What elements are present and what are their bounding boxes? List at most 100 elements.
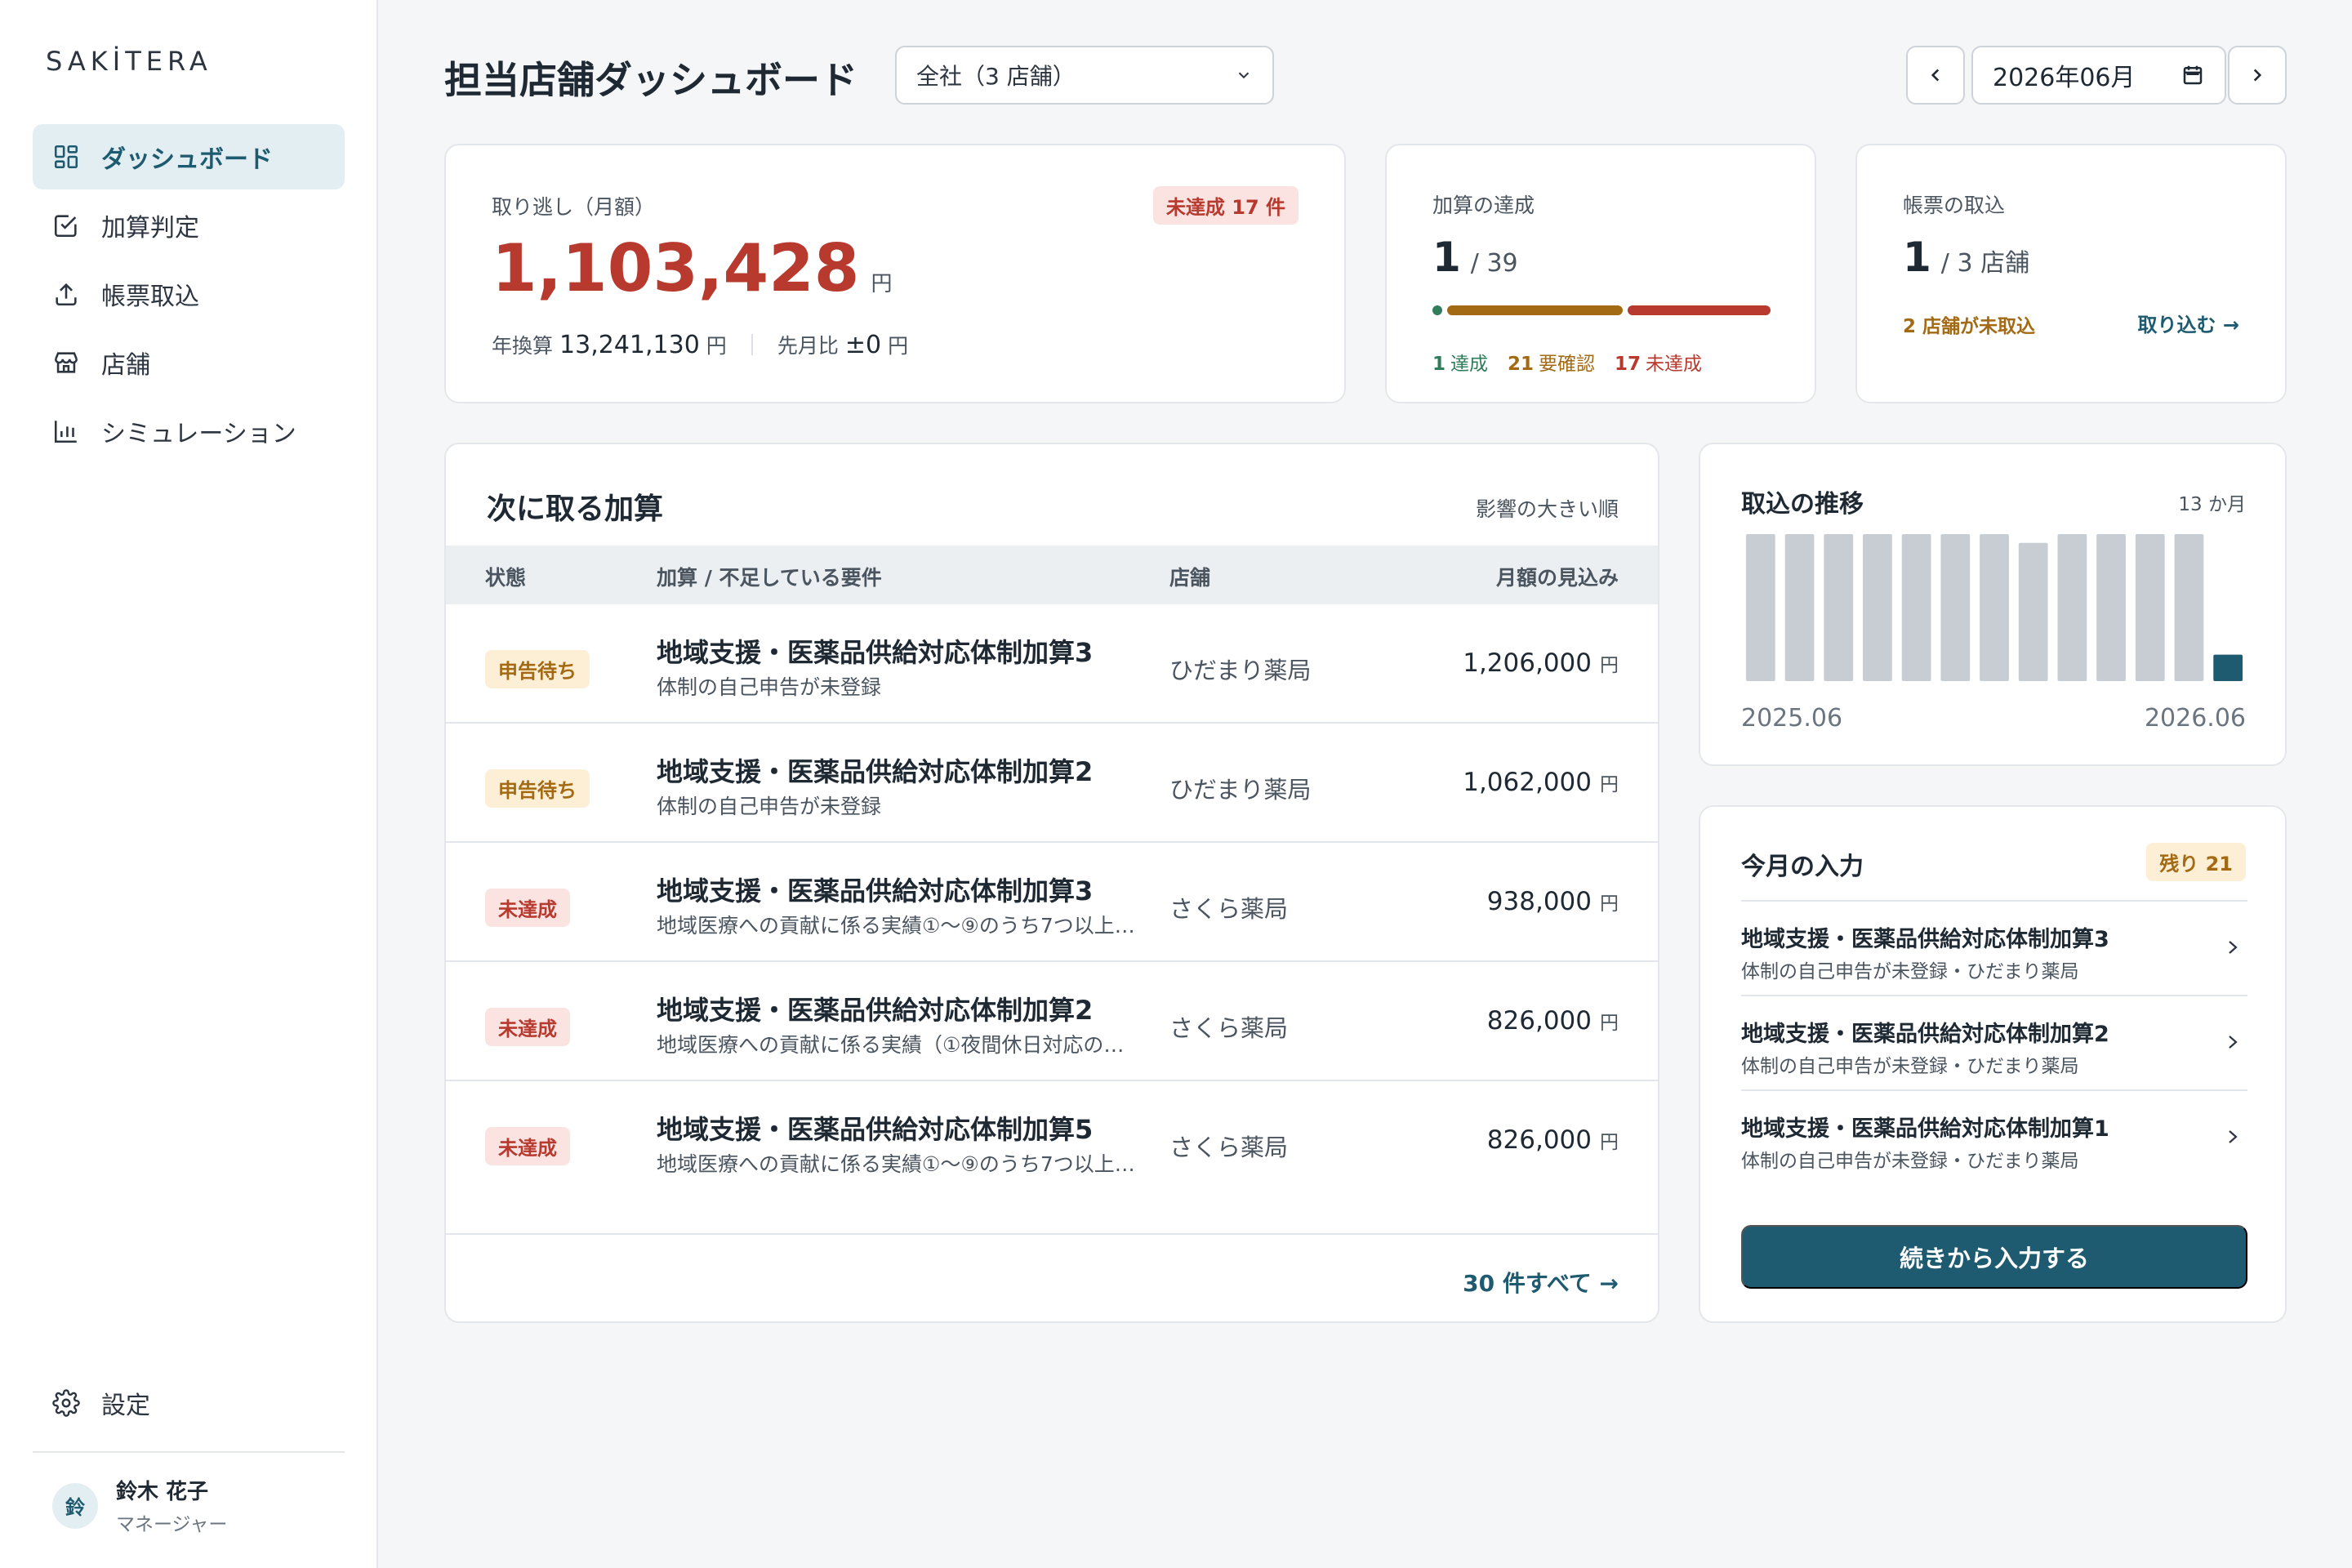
chart-bar [2174, 534, 2204, 681]
import-total: / 3 店舗 [1940, 249, 2030, 278]
sidebar-divider [33, 1451, 345, 1453]
chart-bar [2096, 534, 2126, 681]
column-header-store[interactable]: 店舗 [1169, 562, 1210, 591]
amount-unit: 円 [1600, 1013, 1619, 1034]
list-item[interactable]: 地域支援・医薬品供給対応体制加算1 体制の自己申告が未登録・ひだまり薬局 [1741, 1089, 2247, 1184]
next-month-button[interactable] [2228, 46, 2287, 105]
next-additions-card: 次に取る加算 影響の大きい順 状態 加算 / 不足している要件 店舗 月額の見込… [444, 443, 1659, 1323]
status-badge: 未達成 [485, 1008, 570, 1046]
app-logo[interactable]: SAKİTERA [46, 46, 212, 77]
progress-segment [1628, 305, 1771, 315]
table-row[interactable]: 未達成 地域支援・医薬品供給対応体制加算2 地域医療への貢献に係る実績（①夜間休… [446, 962, 1658, 1081]
user-role: マネージャー [116, 1514, 228, 1535]
chart-bar [1863, 534, 1892, 681]
legend-review: 21 要確認 [1508, 348, 1595, 376]
continue-input-button[interactable]: 続きから入力する [1741, 1225, 2247, 1289]
achievement-progress-bar [1432, 305, 1771, 315]
store-name: さくら薬局 [1169, 1014, 1289, 1042]
column-header-amount[interactable]: 月額の見込み [1496, 562, 1619, 591]
sidebar-nav: ダッシュボード 加算判定 帳票取込 店舗 シミュレーション [33, 124, 345, 467]
legend-label: 未達成 [1646, 354, 1703, 375]
missing-requirement: 地域医療への貢献に係る実績（①夜間休日対応の実績） [657, 1033, 1138, 1057]
unachieved-count-badge[interactable]: 未達成 17 件 [1152, 186, 1298, 225]
table-header: 状態 加算 / 不足している要件 店舗 月額の見込み [446, 546, 1658, 604]
amount-value: 826,000 [1486, 1006, 1592, 1036]
sidebar-item-settings[interactable]: 設定 [33, 1370, 345, 1436]
next-month-nav [2228, 46, 2287, 105]
missed-amount-unit: 円 [871, 272, 893, 296]
chevron-down-icon [1238, 72, 1250, 79]
missing-requirement: 地域医療への貢献に係る実績①〜⑨のうち7つ以上を満たす [657, 914, 1138, 938]
missed-label: 取り逃し（月額） [492, 195, 656, 219]
monthly-estimate: 826,000 円 [1487, 1125, 1619, 1155]
view-all-link[interactable]: 30 件すべて → [1463, 1266, 1619, 1298]
chart-range: 13 か月 [2178, 494, 2246, 515]
missed-amount-value: 1,103,428 [492, 230, 860, 306]
list-item[interactable]: 地域支援・医薬品供給対応体制加算2 体制の自己申告が未登録・ひだまり薬局 [1741, 995, 2247, 1089]
achievement-card: 加算の達成 1 / 39 1 達成 21 要確認 17 未達成 [1385, 144, 1816, 403]
amount-value: 938,000 [1486, 887, 1592, 916]
table-row[interactable]: 申告待ち 地域支援・医薬品供給対応体制加算3 体制の自己申告が未登録 ひだまり薬… [446, 604, 1658, 724]
month-picker-value: 2026年06月 [1993, 64, 2136, 92]
sort-selector[interactable]: 影響の大きい順 [1476, 493, 1619, 523]
achievement-label: 加算の達成 [1432, 194, 1535, 217]
chart-bar [1901, 534, 1931, 681]
checkbox-icon [52, 212, 80, 239]
achieved-count: 1 [1432, 234, 1461, 281]
mom-label: 先月比 [777, 334, 839, 358]
import-fraction: 1 / 3 店舗 [1903, 234, 2029, 281]
chart-bar [1784, 534, 1815, 681]
column-header-status[interactable]: 状態 [485, 562, 526, 591]
sidebar-item-simulation[interactable]: シミュレーション [33, 399, 345, 464]
sidebar-item-stores[interactable]: 店舗 [33, 330, 345, 395]
amount-unit: 円 [1600, 655, 1619, 676]
achievement-fraction: 1 / 39 [1432, 234, 1518, 281]
import-warning: 2 店舗が未取込 [1903, 316, 2036, 337]
item-title: 地域支援・医薬品供給対応体制加算3 [1741, 927, 2109, 952]
prev-month-button[interactable] [1906, 46, 1965, 105]
amount-unit: 円 [1600, 1132, 1619, 1153]
addition-name: 地域支援・医薬品供給対応体制加算3 [657, 875, 1094, 906]
store-select[interactable]: 全社（3 店舗） [895, 46, 1274, 105]
legend-count: 17 [1615, 354, 1642, 375]
chart-bar [1824, 534, 1854, 681]
amount-unit: 円 [1600, 774, 1619, 795]
sidebar-item-import[interactable]: 帳票取込 [33, 261, 345, 327]
chart-bar [2135, 534, 2165, 681]
table-row[interactable]: 未達成 地域支援・医薬品供給対応体制加算5 地域医療への貢献に係る実績①〜⑨のう… [446, 1081, 1658, 1200]
sidebar-item-dashboard[interactable]: ダッシュボード [33, 124, 345, 189]
addition-name: 地域支援・医薬品供給対応体制加算3 [657, 637, 1094, 668]
legend-count: 21 [1508, 354, 1535, 375]
store-name: さくら薬局 [1169, 895, 1289, 923]
monthly-estimate: 826,000 円 [1487, 1006, 1619, 1036]
month-picker[interactable]: 2026年06月 [1971, 46, 2226, 105]
bar-chart-icon [52, 417, 80, 445]
imported-count: 1 [1903, 234, 1931, 281]
store-icon [52, 349, 80, 376]
import-trend-chart [1745, 534, 2243, 681]
achievement-legend: 1 達成 21 要確認 17 未達成 [1432, 348, 1702, 376]
list-item[interactable]: 地域支援・医薬品供給対応体制加算3 体制の自己申告が未登録・ひだまり薬局 [1741, 900, 2247, 995]
store-name: さくら薬局 [1169, 1134, 1289, 1161]
chevron-right-icon [2229, 941, 2238, 954]
import-link[interactable]: 取り込む → [2138, 309, 2239, 337]
status-badge: 未達成 [485, 889, 570, 927]
store-name: ひだまり薬局 [1169, 657, 1312, 684]
table-row[interactable]: 申告待ち 地域支援・医薬品供給対応体制加算2 体制の自己申告が未登録 ひだまり薬… [446, 724, 1658, 843]
x-axis-start-label: 2025.06 [1741, 704, 1843, 733]
table-row[interactable]: 未達成 地域支援・医薬品供給対応体制加算3 地域医療への貢献に係る実績①〜⑨のう… [446, 843, 1658, 962]
dashboard-icon [52, 143, 80, 171]
legend-achieved: 1 達成 [1432, 348, 1488, 376]
amount-value: 1,206,000 [1463, 648, 1592, 678]
import-trend-card: 取込の推移 13 か月 2025.06 2026.06 [1699, 443, 2287, 766]
missed-subline: 年換算 13,241,130 円 先月比 ±0 円 [492, 330, 908, 359]
calendar-icon[interactable] [2180, 63, 2205, 87]
user-profile[interactable]: 鈴 鈴木 花子 マネージャー [52, 1475, 227, 1536]
prev-month-nav [1906, 46, 1965, 105]
status-badge: 申告待ち [485, 769, 590, 808]
section-title: 今月の入力 [1741, 853, 1864, 881]
annual-value: 13,241,130 [559, 330, 700, 359]
item-subtitle: 体制の自己申告が未登録・ひだまり薬局 [1741, 961, 2079, 982]
column-header-addition[interactable]: 加算 / 不足している要件 [657, 562, 882, 591]
sidebar-item-judgement[interactable]: 加算判定 [33, 193, 345, 258]
